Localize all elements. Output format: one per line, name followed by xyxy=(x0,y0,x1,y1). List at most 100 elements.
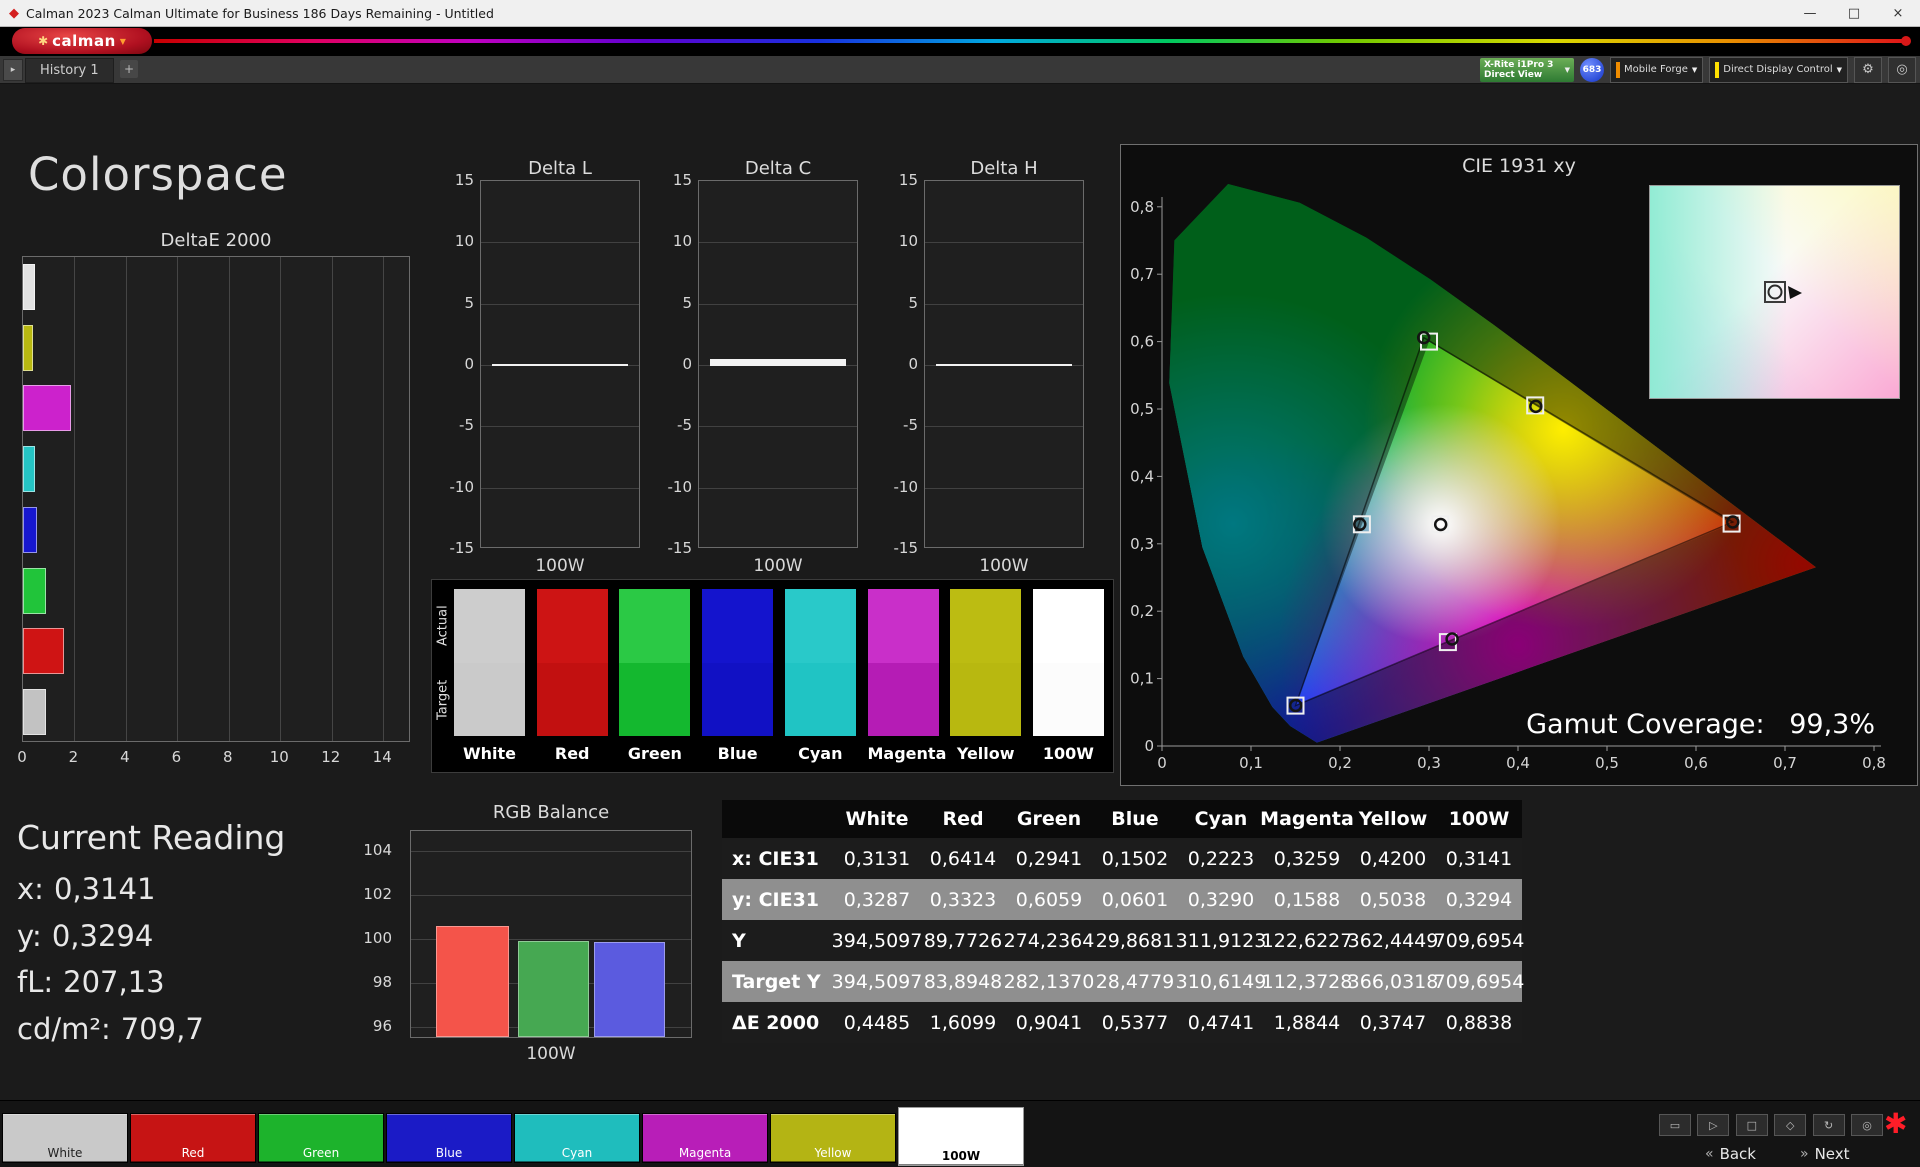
patch-button-magenta[interactable]: Magenta xyxy=(642,1113,768,1163)
table-header-cell: Blue xyxy=(1111,808,1159,830)
patch-button-white[interactable]: White xyxy=(2,1113,128,1163)
delta-gridline xyxy=(699,487,857,489)
delta-ytick: -10 xyxy=(449,477,475,496)
rgb-bar-green xyxy=(518,941,589,1037)
loop-icon-button[interactable]: ↻ xyxy=(1812,1114,1845,1136)
table-cell: 0,5377 xyxy=(1101,1011,1169,1034)
deltae-xtick: 14 xyxy=(372,748,392,766)
display-control-stripe xyxy=(1715,61,1720,78)
deltae-gridline xyxy=(383,257,385,741)
minimize-button[interactable]: — xyxy=(1788,0,1832,26)
chevron-down-icon: ▼ xyxy=(1564,65,1570,74)
close-button[interactable]: × xyxy=(1876,0,1920,26)
deltae-xtick: 6 xyxy=(171,748,182,766)
swatch-target xyxy=(702,663,774,736)
table-cell: 0,3323 xyxy=(929,888,997,911)
rgb-bar-blue xyxy=(594,942,665,1037)
calman-logo-menu[interactable]: ✱ calman ▼ xyxy=(12,28,152,54)
swatch-target xyxy=(536,663,608,736)
swatch-actual xyxy=(454,589,525,663)
results-table: White Red Green Blue Cyan Magenta Yellow 100W x:… xyxy=(722,800,1525,1043)
power-icon-button[interactable]: ◎ xyxy=(1851,1114,1883,1136)
svg-text:0,1: 0,1 xyxy=(1130,670,1154,688)
target-row-label: Target xyxy=(435,679,451,720)
table-cell: 709,6954 xyxy=(1433,929,1525,952)
next-button[interactable]: » Next xyxy=(1800,1143,1850,1165)
meter-select-button[interactable]: X-Rite i1Pro 3 Direct View ▼ xyxy=(1479,57,1574,82)
delta-bar xyxy=(710,359,846,366)
rgb-bar-red xyxy=(436,925,509,1037)
back-button[interactable]: « Back xyxy=(1705,1143,1756,1165)
display-control-button[interactable]: Direct Display Control ▼ xyxy=(1709,56,1848,83)
swatch-name: White xyxy=(462,744,517,763)
delta-ytick: 5 xyxy=(682,293,692,312)
table-cell: 0,2223 xyxy=(1187,847,1255,870)
stop-icon-button[interactable]: □ xyxy=(1735,1114,1768,1136)
svg-text:0,7: 0,7 xyxy=(1773,754,1797,772)
delta-gridline xyxy=(481,426,639,428)
table-cell: 274,2364 xyxy=(1003,929,1095,952)
patch-button-red[interactable]: Red xyxy=(130,1113,256,1163)
tab-scroll-button[interactable]: ▸ xyxy=(3,59,23,81)
patch-button-yellow[interactable]: Yellow xyxy=(770,1113,896,1163)
patch-button-100w[interactable]: 100W xyxy=(898,1107,1024,1166)
rgb-y-axis: 104 102 100 98 96 xyxy=(346,830,398,1038)
display-control-label: Direct Display Control xyxy=(1723,64,1833,75)
delta-ytick: -15 xyxy=(449,539,475,557)
power-icon[interactable]: ◎ xyxy=(1888,56,1916,83)
layout-icon-button[interactable]: ▭ xyxy=(1659,1114,1691,1136)
table-cell: 362,4449 xyxy=(1347,929,1439,952)
rgb-x-label: 100W xyxy=(526,1044,576,1064)
delta-ytick: 5 xyxy=(908,293,918,312)
add-tab-button[interactable]: + xyxy=(120,60,138,78)
patch-button-blue[interactable]: Blue xyxy=(386,1113,512,1163)
deltae-gridline xyxy=(280,257,282,741)
table-header-cell: White xyxy=(845,808,909,830)
patch-label: Magenta xyxy=(678,1146,732,1160)
swatch-blue xyxy=(702,589,774,736)
maximize-button[interactable]: □ xyxy=(1832,0,1876,26)
delta-ytick: 0 xyxy=(682,355,692,373)
reading-x: x: 0,3141 xyxy=(17,872,155,906)
delta-ytick: -10 xyxy=(667,477,693,496)
table-cell: 83,8948 xyxy=(923,970,1003,993)
swatch-red xyxy=(536,589,608,736)
deltae-x-axis: 0 2 4 6 8 10 12 14 xyxy=(17,748,422,768)
rgb-ytick: 104 xyxy=(363,841,392,859)
table-row-label: Y xyxy=(732,929,746,952)
next-icon: » xyxy=(1800,1146,1809,1162)
table-row-label: Target Y xyxy=(732,970,821,993)
delta-ytick: -5 xyxy=(459,416,474,435)
deltae-bar-green xyxy=(23,567,47,614)
swatch-actual xyxy=(867,589,939,663)
delta-chart-plot xyxy=(698,180,858,548)
pattern-icon-button[interactable]: ◇ xyxy=(1774,1114,1807,1136)
current-reading-title: Current Reading xyxy=(17,818,286,857)
deltae-chart xyxy=(22,256,410,742)
patch-button-green[interactable]: Green xyxy=(258,1113,384,1163)
swatch-target xyxy=(784,663,856,736)
delta-ytick: 5 xyxy=(464,293,474,312)
patch-button-cyan[interactable]: Cyan xyxy=(514,1113,640,1163)
source-select-button[interactable]: Mobile Forge ▼ xyxy=(1609,56,1704,83)
table-header-cell: Cyan xyxy=(1194,808,1248,830)
swatch-target xyxy=(867,663,939,736)
delta-xlabel: 100W xyxy=(753,556,803,576)
rainbow-gradient-line xyxy=(154,39,1902,43)
swatch-target xyxy=(619,663,691,736)
delta-gridline xyxy=(925,426,1083,428)
swatch-green xyxy=(619,589,691,736)
rgb-balance-chart xyxy=(410,830,692,1038)
table-row-label: x: CIE31 xyxy=(732,847,819,870)
play-icon-button[interactable]: ▷ xyxy=(1697,1114,1730,1136)
table-cell: 122,6227 xyxy=(1261,929,1353,952)
table-cell: 0,3141 xyxy=(1445,847,1513,870)
tab-bar: ▸ History 1 + X-Rite i1Pro 3 Direct View… xyxy=(0,56,1920,84)
tab-history-1[interactable]: History 1 xyxy=(25,58,114,83)
reading-cdm2-label: cd/m²: xyxy=(17,1012,111,1046)
table-cell: 0,3747 xyxy=(1359,1011,1427,1034)
settings-gear-icon[interactable]: ⚙ xyxy=(1854,56,1882,83)
next-label: Next xyxy=(1814,1145,1850,1163)
svg-text:0,7: 0,7 xyxy=(1130,265,1154,283)
table-cell: 0,3290 xyxy=(1187,888,1255,911)
